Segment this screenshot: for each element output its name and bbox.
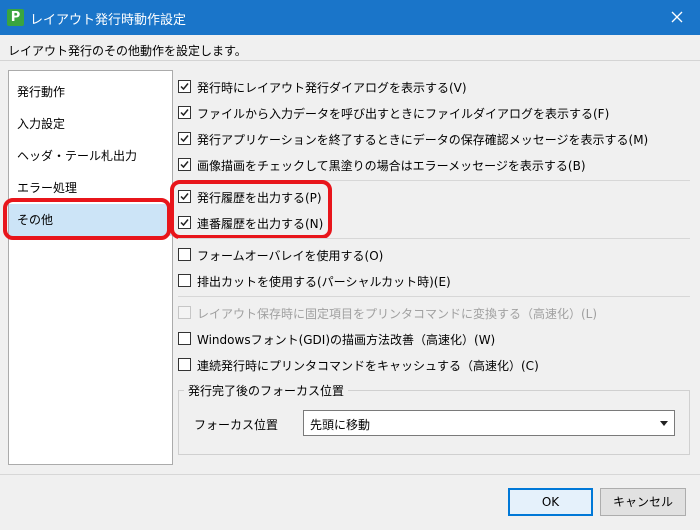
title-bar: P レイアウト発行時動作設定	[0, 0, 700, 35]
option-label: 発行時にレイアウト発行ダイアログを表示する(V)	[197, 81, 467, 95]
focus-position-select[interactable]: 先頭に移動	[303, 410, 675, 436]
divider	[0, 474, 700, 475]
divider	[0, 60, 700, 61]
chevron-down-icon	[660, 421, 668, 426]
groupbox-title: 発行完了後のフォーカス位置	[184, 382, 349, 399]
nav-item-header-tail[interactable]: ヘッダ・テール札出力	[9, 140, 172, 172]
options-highlight-annotation	[170, 180, 332, 239]
option-label: ファイルから入力データを呼び出すときにファイルダイアログを表示する(F)	[197, 107, 610, 121]
nav-item-label: 発行動作	[17, 85, 66, 99]
app-logo-icon: P	[7, 9, 24, 26]
checkbox[interactable]	[178, 332, 191, 345]
nav-item-input-settings[interactable]: 入力設定	[9, 108, 172, 140]
checkbox[interactable]	[178, 248, 191, 261]
dialog-description: レイアウト発行のその他動作を設定します。	[8, 44, 247, 58]
close-icon	[671, 11, 683, 23]
checkbox	[178, 306, 191, 319]
nav-item-label: ヘッダ・テール札出力	[17, 149, 138, 163]
option-label: 排出カットを使用する(パーシャルカット時)(E)	[197, 275, 451, 289]
checkbox[interactable]	[178, 274, 191, 287]
divider	[178, 238, 690, 239]
checkbox[interactable]	[178, 358, 191, 371]
option-label: レイアウト保存時に固定項目をプリンタコマンドに変換する（高速化）(L)	[197, 307, 598, 321]
ok-button[interactable]: OK	[508, 488, 593, 516]
close-button[interactable]	[654, 0, 700, 35]
checkbox[interactable]	[178, 158, 191, 171]
option-label: 連続発行時にプリンタコマンドをキャッシュする（高速化）(C)	[197, 359, 539, 373]
option-label: 発行アプリケーションを終了するときにデータの保存確認メッセージを表示する(M)	[197, 133, 649, 147]
checkbox[interactable]	[178, 80, 191, 93]
focus-position-label: フォーカス位置	[194, 418, 279, 432]
nav-item-label: エラー処理	[17, 181, 78, 195]
window-title: レイアウト発行時動作設定	[30, 13, 187, 28]
nav-item-label: 入力設定	[17, 117, 66, 131]
divider	[178, 296, 690, 297]
category-list: 発行動作 入力設定 ヘッダ・テール札出力 エラー処理 その他	[8, 70, 173, 465]
option-label: Windowsフォント(GDI)の描画方法改善（高速化）(W)	[197, 333, 496, 347]
checkbox[interactable]	[178, 132, 191, 145]
select-value: 先頭に移動	[310, 418, 371, 432]
checkmark-icon	[180, 83, 189, 91]
checkmark-icon	[180, 109, 189, 117]
checkmark-icon	[180, 161, 189, 169]
checkbox[interactable]	[178, 106, 191, 119]
cancel-button[interactable]: キャンセル	[600, 488, 686, 516]
nav-item-hakko-dosa[interactable]: 発行動作	[9, 76, 172, 108]
option-label: フォームオーバレイを使用する(O)	[197, 249, 384, 263]
sidebar-highlight-annotation	[3, 198, 171, 240]
checkmark-icon	[180, 135, 189, 143]
option-label: 画像描画をチェックして黒塗りの場合はエラーメッセージを表示する(B)	[197, 159, 586, 173]
